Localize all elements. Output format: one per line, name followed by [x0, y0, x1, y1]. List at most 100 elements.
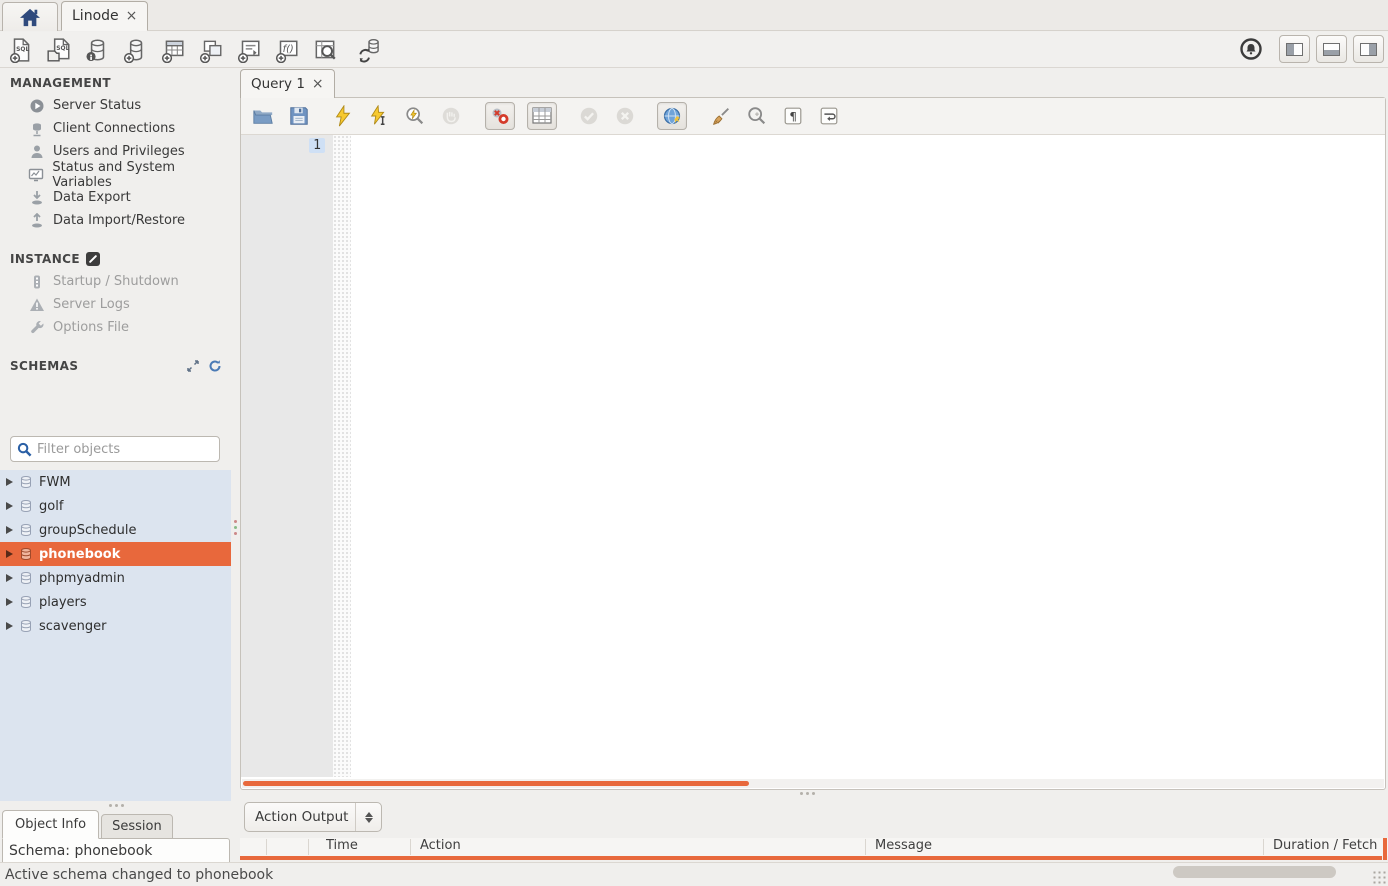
sidebar-item-label: Startup / Shutdown — [53, 274, 179, 289]
toggle-stop-on-error-button[interactable] — [485, 102, 515, 130]
editor-horizontal-scrollbar[interactable] — [242, 779, 1384, 788]
create-table-button[interactable] — [158, 35, 188, 65]
wrap-text-icon — [818, 105, 840, 127]
splitter-grip-dots — [234, 520, 237, 535]
output-splitter-grip[interactable] — [800, 792, 815, 795]
sidebar-item-startup-shutdown[interactable]: Startup / Shutdown — [0, 270, 232, 293]
output-header-accent-line — [240, 856, 1382, 860]
show-invisibles-button[interactable]: ¶ — [781, 104, 805, 128]
stop-button[interactable] — [439, 104, 463, 128]
tab-session[interactable]: Session — [101, 814, 173, 839]
column-header-duration[interactable]: Duration / Fetch — [1273, 838, 1385, 853]
sidebar-item-data-import[interactable]: Data Import/Restore — [0, 209, 232, 232]
stop-icon — [440, 105, 462, 127]
schema-item-scavenger[interactable]: scavenger — [0, 614, 231, 638]
expander-icon[interactable] — [6, 478, 13, 486]
connection-tab-linode[interactable]: Linode × — [61, 1, 148, 31]
editor-horizontal-scrollbar-thumb[interactable] — [243, 781, 749, 786]
sidebar-splitter-grip[interactable] — [104, 804, 128, 809]
vertical-splitter[interactable] — [232, 68, 239, 862]
create-schema-button[interactable] — [120, 35, 150, 65]
rollback-button[interactable] — [613, 104, 637, 128]
schema-item-phonebook-selected[interactable]: phonebook — [0, 542, 231, 566]
schema-item-players[interactable]: players — [0, 590, 231, 614]
status-message: Active schema changed to phonebook — [5, 867, 273, 883]
column-header-message[interactable]: Message — [875, 838, 932, 853]
search-table-data-icon — [312, 37, 338, 63]
create-view-button[interactable] — [196, 35, 226, 65]
schema-item-fwm[interactable]: FWM — [0, 470, 231, 494]
connection-tab-label: Linode — [72, 8, 119, 24]
toolbar-right-group — [1239, 35, 1384, 63]
toggle-autocommit-button[interactable] — [657, 102, 687, 130]
expander-icon[interactable] — [6, 502, 13, 510]
expander-icon[interactable] — [6, 598, 13, 606]
home-tab[interactable] — [2, 2, 58, 31]
wrap-text-button[interactable] — [817, 104, 841, 128]
expander-icon[interactable] — [6, 526, 13, 534]
create-procedure-icon — [236, 37, 262, 63]
output-selector[interactable]: Action Output — [244, 802, 382, 832]
window-resize-grip[interactable] — [1372, 870, 1386, 884]
expander-icon[interactable] — [6, 574, 13, 582]
warning-triangle-icon — [28, 297, 45, 313]
output-selector-stepper[interactable] — [355, 803, 381, 831]
execute-current-button[interactable] — [367, 104, 391, 128]
schema-item-golf[interactable]: golf — [0, 494, 231, 518]
expander-icon[interactable] — [6, 550, 13, 558]
output-horizontal-scrollbar-thumb[interactable] — [1173, 866, 1336, 878]
output-selector-value: Action Output — [245, 809, 355, 825]
editor-toolbar: ¶ — [241, 98, 1385, 135]
sidebar-item-label: Data Import/Restore — [53, 213, 185, 228]
limit-rows-button[interactable] — [527, 102, 557, 130]
svg-text:SQL: SQL — [16, 46, 29, 53]
find-button[interactable] — [745, 104, 769, 128]
sidebar-item-label: Client Connections — [53, 121, 175, 136]
sidebar-item-status-system-variables[interactable]: Status and System Variables — [0, 163, 232, 186]
query-tab[interactable]: Query 1 × — [240, 69, 335, 98]
schema-inspector-button[interactable] — [82, 35, 112, 65]
filter-objects-input[interactable] — [37, 442, 213, 457]
sidebar-item-options-file[interactable]: Options File — [0, 316, 232, 339]
new-sql-script-icon: SQL — [8, 37, 34, 63]
sidebar-item-server-status[interactable]: Server Status — [0, 94, 232, 117]
sql-editor: ¶ 1 — [240, 97, 1386, 790]
new-sql-script-button[interactable]: SQL — [6, 35, 36, 65]
open-sql-file-button[interactable] — [251, 104, 275, 128]
sidebar-item-client-connections[interactable]: Client Connections — [0, 117, 232, 140]
explain-button[interactable] — [403, 104, 427, 128]
close-query-tab-icon[interactable]: × — [312, 76, 324, 92]
column-header-action[interactable]: Action — [420, 838, 461, 853]
save-script-button[interactable] — [287, 104, 311, 128]
schema-item-groupschedule[interactable]: groupSchedule — [0, 518, 231, 542]
line-number: 1 — [309, 138, 325, 153]
open-file-icon — [252, 105, 274, 127]
database-icon — [19, 571, 33, 585]
toggle-bottom-panel-button[interactable] — [1316, 35, 1347, 63]
toggle-left-sidebar-button[interactable] — [1279, 35, 1310, 63]
svg-text:¶: ¶ — [789, 110, 797, 124]
expander-icon[interactable] — [6, 622, 13, 630]
search-table-data-button[interactable] — [310, 35, 340, 65]
sidebar-item-server-logs[interactable]: Server Logs — [0, 293, 232, 316]
create-procedure-button[interactable] — [234, 35, 264, 65]
commit-button[interactable] — [577, 104, 601, 128]
user-icon — [28, 144, 45, 160]
open-sql-script-button[interactable]: SQL — [44, 35, 74, 65]
schema-item-phpmyadmin[interactable]: phpmyadmin — [0, 566, 231, 590]
reconnect-dbms-button[interactable] — [354, 35, 384, 65]
expand-panel-icon[interactable] — [186, 359, 200, 373]
create-function-button[interactable]: f() — [272, 35, 302, 65]
toggle-right-sidebar-button[interactable] — [1353, 35, 1384, 63]
output-header-accent-edge — [1383, 838, 1387, 860]
refresh-icon[interactable] — [208, 359, 222, 373]
execute-button[interactable] — [331, 104, 355, 128]
tab-object-info[interactable]: Object Info — [2, 810, 99, 839]
column-header-time[interactable]: Time — [326, 838, 358, 853]
close-tab-icon[interactable]: × — [126, 8, 138, 24]
sidebar-item-label: Server Status — [53, 98, 141, 113]
sql-editor-text-area[interactable]: 1 — [241, 135, 1385, 777]
svg-text:f(): f() — [283, 44, 294, 55]
beautify-button[interactable] — [709, 104, 733, 128]
bell-notification-icon[interactable] — [1239, 37, 1263, 61]
